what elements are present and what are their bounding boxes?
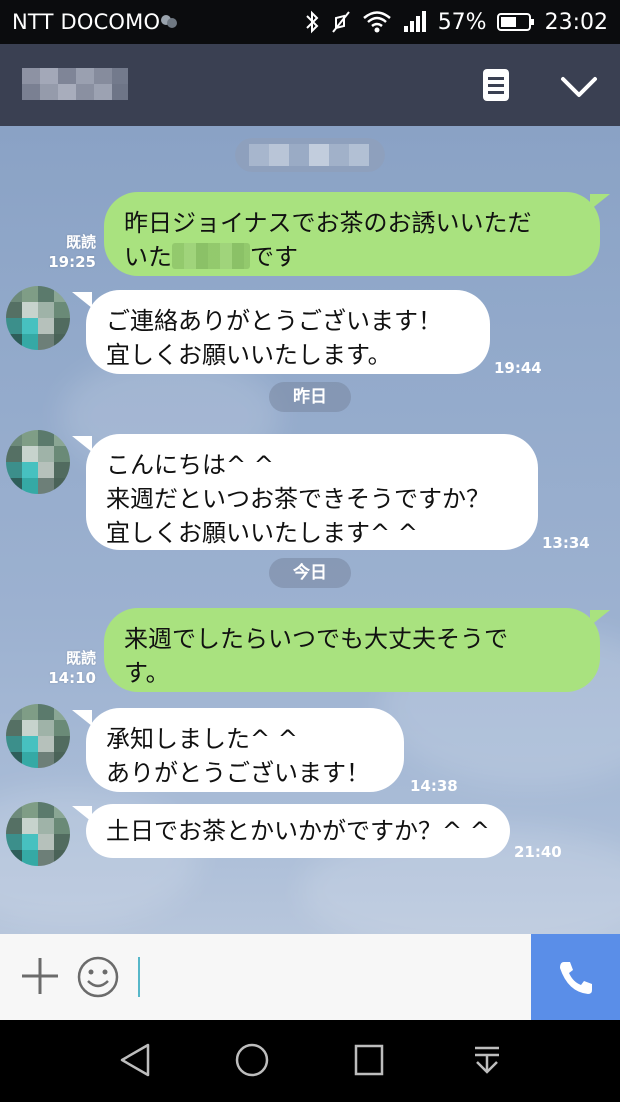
message-meta: 既読 19:25 bbox=[40, 232, 96, 272]
vibrate-off-icon bbox=[331, 11, 350, 33]
bubble-tail bbox=[72, 292, 92, 308]
battery-percent: 57% bbox=[437, 9, 487, 35]
carrier-name: NTT DOCOMO bbox=[12, 10, 161, 34]
bubble-tail bbox=[72, 806, 92, 822]
message-text: 宜しくお願いいたします。 bbox=[106, 341, 392, 369]
system-navigation-bar bbox=[0, 1020, 620, 1102]
bluetooth-icon bbox=[305, 10, 319, 34]
battery-icon bbox=[496, 13, 534, 31]
message-text: です bbox=[250, 243, 298, 271]
message-text: こんにちは^ ^ bbox=[106, 451, 274, 479]
clock: 23:02 bbox=[544, 9, 608, 35]
message-text: 承知しました^ ^ bbox=[106, 725, 298, 753]
chat-area[interactable]: 既読 19:25 昨日ジョイナスでお茶のお誘いいただ いた です ご連絡ありがとう… bbox=[0, 126, 620, 934]
message-time: 19:25 bbox=[48, 253, 96, 271]
wifi-icon bbox=[362, 11, 391, 33]
emoji-icon[interactable] bbox=[76, 955, 120, 999]
status-icons: 57% 23:02 bbox=[304, 8, 608, 36]
blurred-name bbox=[172, 243, 250, 269]
contact-avatar[interactable] bbox=[6, 704, 70, 768]
notification-pulldown-icon[interactable] bbox=[470, 1042, 504, 1078]
carrier-logo-icon bbox=[161, 15, 177, 28]
chat-header bbox=[0, 44, 620, 126]
blurred-contact-name bbox=[22, 68, 128, 100]
message-text: ご連絡ありがとうございます！ bbox=[106, 307, 442, 335]
blurred-date-separator bbox=[235, 138, 385, 172]
message-bubble-incoming[interactable]: ご連絡ありがとうございます！ 宜しくお願いいたします。 bbox=[86, 290, 490, 374]
bubble-tail bbox=[72, 436, 92, 452]
message-text: 来週でしたらいつでも大丈夫そうで bbox=[124, 625, 508, 653]
bubble-tail bbox=[72, 710, 92, 726]
message-bubble-outgoing[interactable]: 昨日ジョイナスでお茶のお誘いいただ いた です bbox=[104, 192, 600, 276]
home-icon[interactable] bbox=[234, 1042, 270, 1078]
message-text-line: いた です bbox=[124, 240, 580, 274]
message-input[interactable] bbox=[136, 952, 520, 1004]
signal-icon bbox=[403, 11, 426, 32]
message-bubble-incoming[interactable]: 土日でお茶とかいかがですか？^ ^ bbox=[86, 804, 510, 858]
message-text: 土日でお茶とかいかがですか？^ ^ bbox=[106, 817, 490, 845]
text-caret bbox=[138, 957, 140, 997]
call-button[interactable] bbox=[531, 934, 620, 1020]
message-text: ありがとうございます！ bbox=[106, 759, 370, 787]
back-icon[interactable] bbox=[118, 1042, 152, 1078]
message-text: 宜しくお願いいたします^ ^ bbox=[106, 519, 418, 547]
recent-apps-icon[interactable] bbox=[352, 1042, 386, 1078]
chevron-down-icon[interactable] bbox=[560, 72, 598, 100]
read-receipt: 既読 bbox=[65, 233, 96, 251]
message-bubble-incoming[interactable]: こんにちは^ ^ 来週だといつお茶できそうですか？ 宜しくお願いいたします^ ^ bbox=[86, 434, 538, 550]
message-time: 14:10 bbox=[48, 669, 96, 687]
contact-avatar[interactable] bbox=[6, 802, 70, 866]
phone-icon bbox=[560, 962, 592, 994]
message-time: 19:44 bbox=[494, 359, 542, 377]
contact-avatar[interactable] bbox=[6, 430, 70, 494]
date-separator: 今日 bbox=[269, 558, 351, 588]
notes-icon[interactable] bbox=[480, 68, 512, 102]
message-time: 21:40 bbox=[514, 843, 562, 861]
message-meta: 既読 14:10 bbox=[40, 648, 96, 688]
message-time: 14:38 bbox=[410, 777, 458, 795]
message-text: 昨日ジョイナスでお茶のお誘いいただ bbox=[124, 209, 532, 237]
message-text: す。 bbox=[124, 659, 170, 687]
message-text: いた bbox=[124, 243, 172, 271]
read-receipt: 既読 bbox=[65, 649, 96, 667]
message-time: 13:34 bbox=[542, 534, 590, 552]
plus-icon[interactable] bbox=[20, 956, 60, 996]
message-bubble-incoming[interactable]: 承知しました^ ^ ありがとうございます！ bbox=[86, 708, 404, 792]
bubble-tail bbox=[590, 194, 610, 210]
message-text: 来週だといつお茶できそうですか？ bbox=[106, 485, 490, 513]
bubble-tail bbox=[590, 610, 610, 626]
status-bar: NTT DOCOMO 57% 23:02 bbox=[0, 0, 620, 44]
contact-avatar[interactable] bbox=[6, 286, 70, 350]
message-bubble-outgoing[interactable]: 来週でしたらいつでも大丈夫そうで す。 bbox=[104, 608, 600, 692]
date-separator: 昨日 bbox=[269, 382, 351, 412]
